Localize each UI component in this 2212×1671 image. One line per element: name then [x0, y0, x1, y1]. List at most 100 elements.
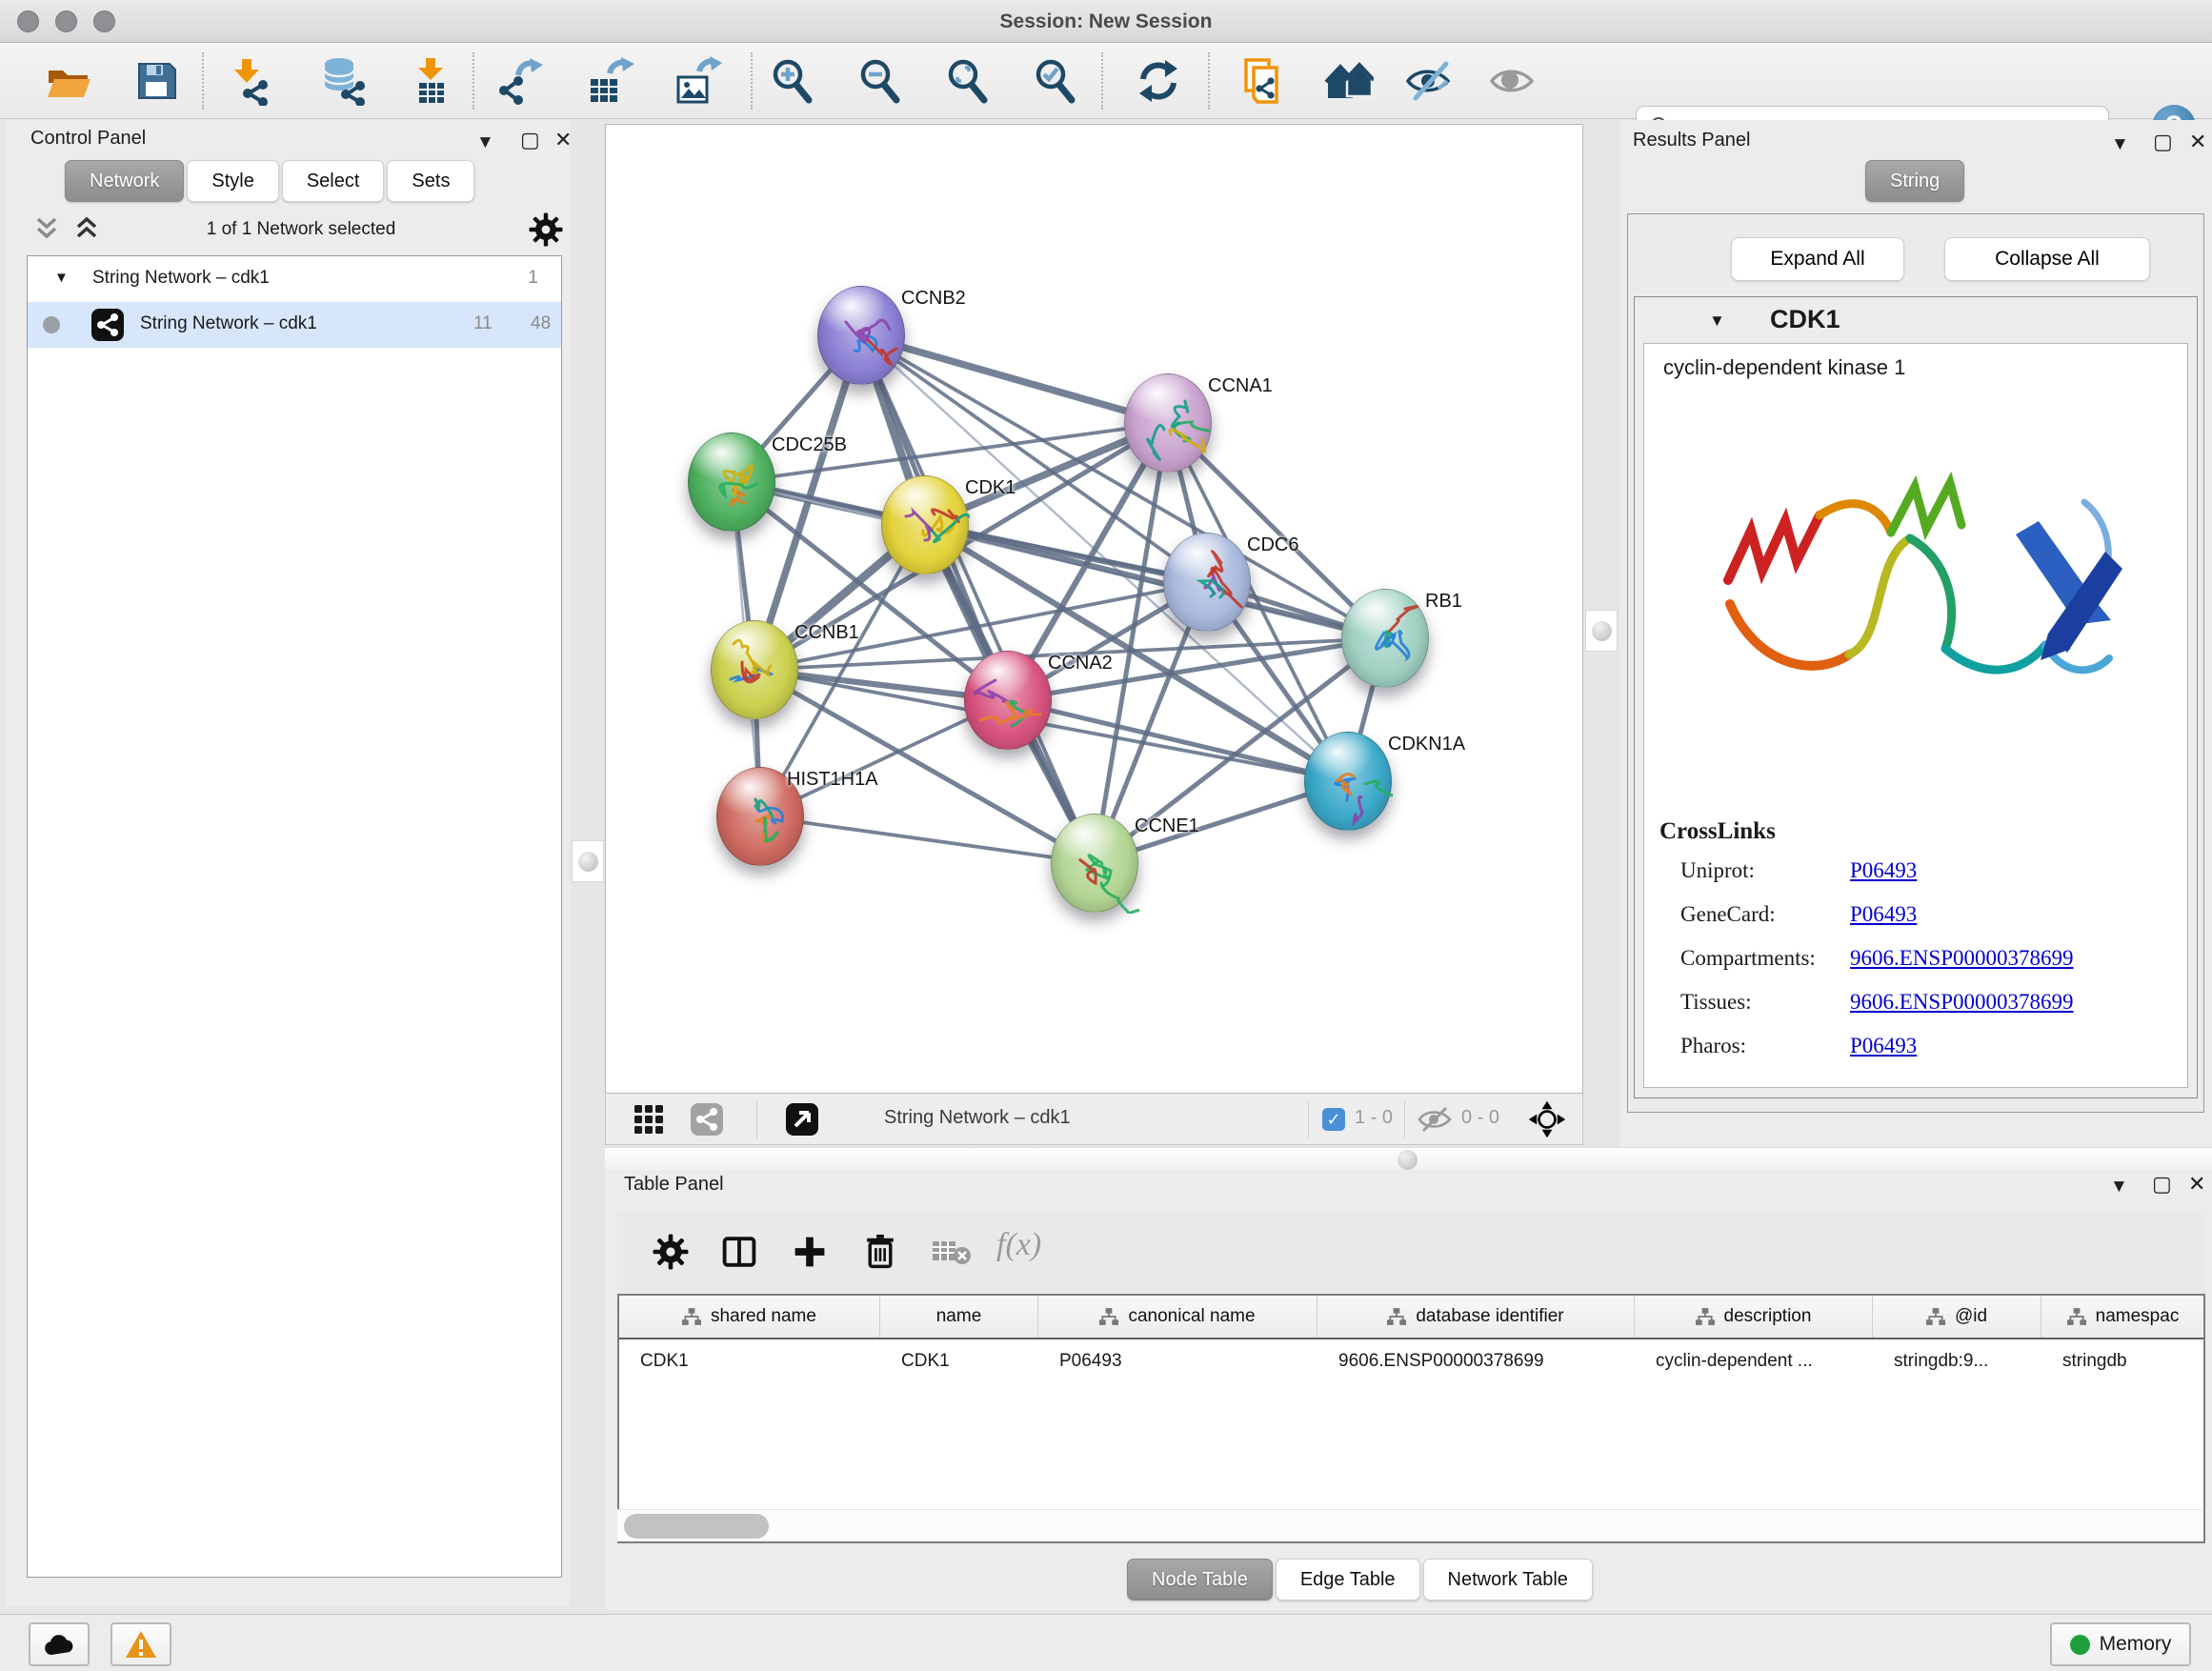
network-node-cdk1[interactable] [881, 475, 969, 574]
network-row-selected[interactable]: String Network – cdk1 11 48 [28, 302, 561, 348]
panel-dropdown-icon[interactable]: ▼ [2110, 1178, 2128, 1197]
left-splitter-handle[interactable] [572, 840, 604, 882]
panel-dropdown-icon[interactable]: ▼ [476, 133, 494, 152]
table-cell[interactable]: CDK1 [619, 1339, 880, 1383]
network-edge[interactable] [861, 335, 1095, 863]
tree-expand-icon[interactable]: ▼ [54, 270, 69, 286]
zoom-in-button[interactable] [768, 56, 817, 106]
open-session-button[interactable] [44, 56, 93, 106]
panel-dropdown-icon[interactable]: ▼ [2111, 135, 2129, 154]
table-cell[interactable]: P06493 [1038, 1339, 1317, 1383]
column-header-namespac[interactable]: namespac [2041, 1296, 2205, 1338]
column-header-database-identifier[interactable]: database identifier [1317, 1296, 1635, 1338]
memory-button[interactable]: Memory [2050, 1622, 2191, 1666]
cloud-button[interactable] [29, 1622, 90, 1666]
refresh-button[interactable] [1134, 56, 1183, 106]
collapse-all-button[interactable]: Collapse All [1944, 237, 2150, 281]
column-header--id[interactable]: @id [1873, 1296, 2041, 1338]
import-table-from-file-button[interactable] [406, 56, 455, 106]
save-session-button[interactable] [131, 56, 181, 106]
expand-all-icon[interactable] [74, 215, 99, 242]
string-view-icon[interactable] [690, 1102, 724, 1137]
crosslink-link[interactable]: 9606.ENSP00000378699 [1850, 990, 2074, 1015]
table-hscrollbar[interactable] [617, 1509, 2202, 1541]
splitter-dot[interactable] [1398, 1150, 1418, 1170]
panel-close-icon[interactable]: ✕ [554, 131, 572, 150]
zoom-selected-button[interactable] [1031, 56, 1080, 106]
selected-checkbox-icon[interactable]: ✓ [1322, 1108, 1345, 1131]
zoom-out-button[interactable] [855, 56, 905, 106]
add-column-icon[interactable] [791, 1233, 829, 1271]
warnings-button[interactable] [111, 1622, 171, 1666]
column-header-name[interactable]: name [880, 1296, 1038, 1338]
duplicate-network-button[interactable] [1237, 56, 1286, 106]
crosslink-link[interactable]: 9606.ENSP00000378699 [1850, 946, 2074, 971]
fit-content-button[interactable] [943, 56, 993, 106]
show-all-button[interactable] [1488, 56, 1538, 106]
network-node-cdkn1a[interactable] [1304, 732, 1392, 831]
crosslink-link[interactable]: P06493 [1850, 1034, 1917, 1058]
network-node-ccnb2[interactable] [817, 286, 905, 385]
panel-float-icon[interactable]: ▢ [2153, 132, 2173, 151]
show-columns-icon[interactable] [720, 1233, 758, 1271]
locate-crosshair-icon[interactable] [1528, 1100, 1566, 1138]
string-results-box: Expand All Collapse All ▼ CDK1 cyclin-de… [1627, 213, 2204, 1113]
import-network-from-file-button[interactable] [223, 56, 272, 106]
import-network-from-database-button[interactable] [318, 56, 368, 106]
column-header-description[interactable]: description [1635, 1296, 1873, 1338]
crosslink-link[interactable]: P06493 [1850, 858, 1917, 883]
grid-view-icon[interactable] [633, 1103, 665, 1136]
table-cell[interactable]: CDK1 [880, 1339, 1038, 1383]
network-edge[interactable] [925, 525, 1385, 638]
network-node-rb1[interactable] [1341, 589, 1429, 688]
protein-ribbon-thumbnail [1164, 534, 1252, 633]
tab-network-table[interactable]: Network Table [1423, 1559, 1593, 1601]
right-splitter-handle[interactable] [1585, 610, 1618, 652]
network-node-ccnb1[interactable] [711, 620, 798, 719]
hide-selected-button[interactable] [1404, 56, 1454, 106]
panel-float-icon[interactable]: ▢ [520, 131, 540, 150]
export-image-button[interactable] [673, 56, 722, 106]
tab-style[interactable]: Style [187, 160, 278, 202]
hidden-eye-icon[interactable] [1418, 1106, 1452, 1133]
collapse-all-icon[interactable] [34, 215, 59, 242]
scrollbar-thumb[interactable] [624, 1514, 769, 1539]
network-node-cdc25b[interactable] [688, 433, 775, 532]
network-edge[interactable] [760, 816, 1095, 863]
first-neighbors-button[interactable] [1324, 56, 1374, 106]
table-cell[interactable]: stringdb [2041, 1339, 2205, 1383]
table-cell[interactable]: cyclin-dependent ... [1635, 1339, 1873, 1383]
expand-all-button[interactable]: Expand All [1731, 237, 1904, 281]
network-node-ccna1[interactable] [1124, 373, 1212, 473]
tab-edge-table[interactable]: Edge Table [1276, 1559, 1420, 1601]
network-edge[interactable] [861, 335, 1168, 423]
delete-column-icon[interactable] [861, 1233, 899, 1271]
panel-float-icon[interactable]: ▢ [2152, 1175, 2172, 1194]
network-canvas[interactable]: CCNB2CCNA1CDC25BCDK1CDC6RB1CCNB1CCNA2CDK… [605, 124, 1583, 1094]
crosslink-link[interactable]: P06493 [1850, 902, 1917, 927]
table-options-gear-icon[interactable] [652, 1233, 690, 1271]
table-body: CDK1CDK1P064939606.ENSP00000378699cyclin… [619, 1339, 2203, 1383]
horizontal-splitter[interactable] [605, 1147, 2212, 1172]
tab-select[interactable]: Select [282, 160, 385, 202]
column-header-shared-name[interactable]: shared name [619, 1296, 880, 1338]
network-node-ccna2[interactable] [964, 651, 1052, 750]
export-network-button[interactable] [497, 56, 547, 106]
network-collection-row[interactable]: ▼ String Network – cdk1 1 [28, 256, 561, 302]
tab-node-table[interactable]: Node Table [1127, 1559, 1273, 1601]
export-table-button[interactable] [585, 56, 634, 106]
birdseye-view-icon[interactable] [785, 1102, 819, 1137]
tab-network[interactable]: Network [65, 160, 184, 202]
network-options-gear-icon[interactable] [528, 211, 564, 248]
table-row[interactable]: CDK1CDK1P064939606.ENSP00000378699cyclin… [619, 1339, 2203, 1383]
network-node-cdc6[interactable] [1163, 533, 1251, 632]
panel-close-icon[interactable]: ✕ [2189, 132, 2206, 151]
column-header-canonical-name[interactable]: canonical name [1038, 1296, 1317, 1338]
entry-collapse-icon[interactable]: ▼ [1709, 312, 1725, 331]
tab-string[interactable]: String [1865, 160, 1964, 202]
table-cell[interactable]: 9606.ENSP00000378699 [1317, 1339, 1635, 1383]
tab-sets[interactable]: Sets [387, 160, 474, 202]
table-cell[interactable]: stringdb:9... [1873, 1339, 2041, 1383]
panel-close-icon[interactable]: ✕ [2188, 1175, 2205, 1194]
network-node-ccne1[interactable] [1051, 814, 1138, 913]
